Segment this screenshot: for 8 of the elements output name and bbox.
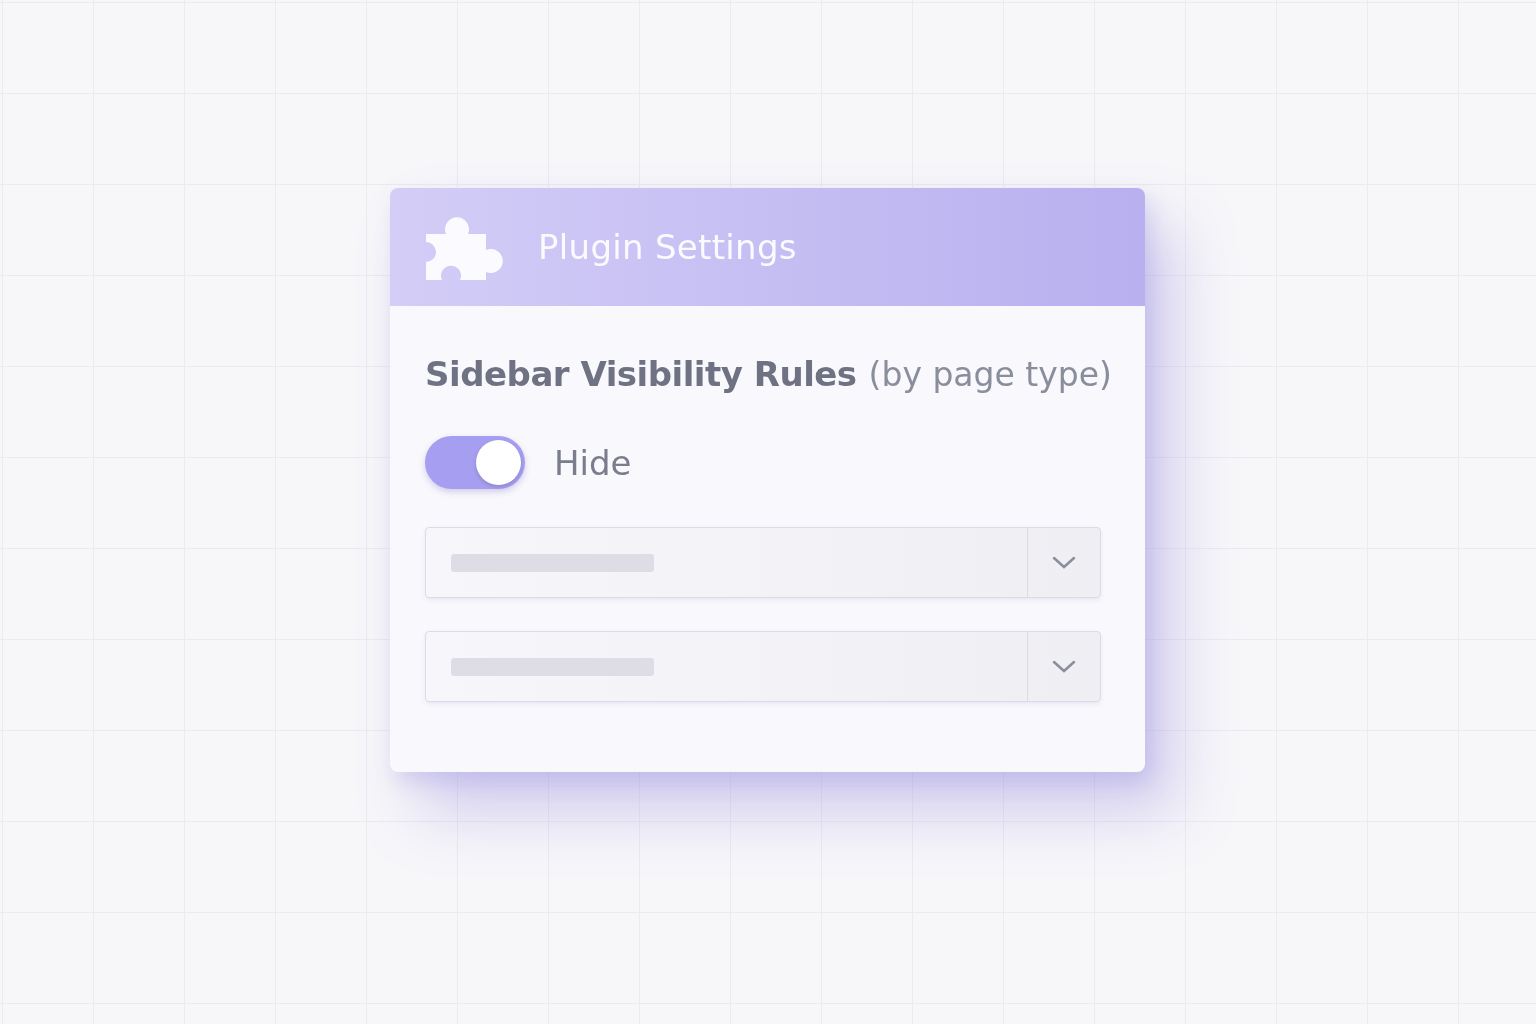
- section-title: Sidebar Visibility Rules: [425, 354, 857, 394]
- dropdown-select[interactable]: [425, 631, 1101, 702]
- dropdown-select[interactable]: [425, 527, 1101, 598]
- chevron-down-icon: [1052, 555, 1076, 570]
- section-note: (by page type): [868, 355, 1112, 394]
- chevron-down-icon: [1052, 659, 1076, 674]
- toggle-switch[interactable]: [425, 436, 525, 489]
- toggle-label: Hide: [554, 442, 632, 483]
